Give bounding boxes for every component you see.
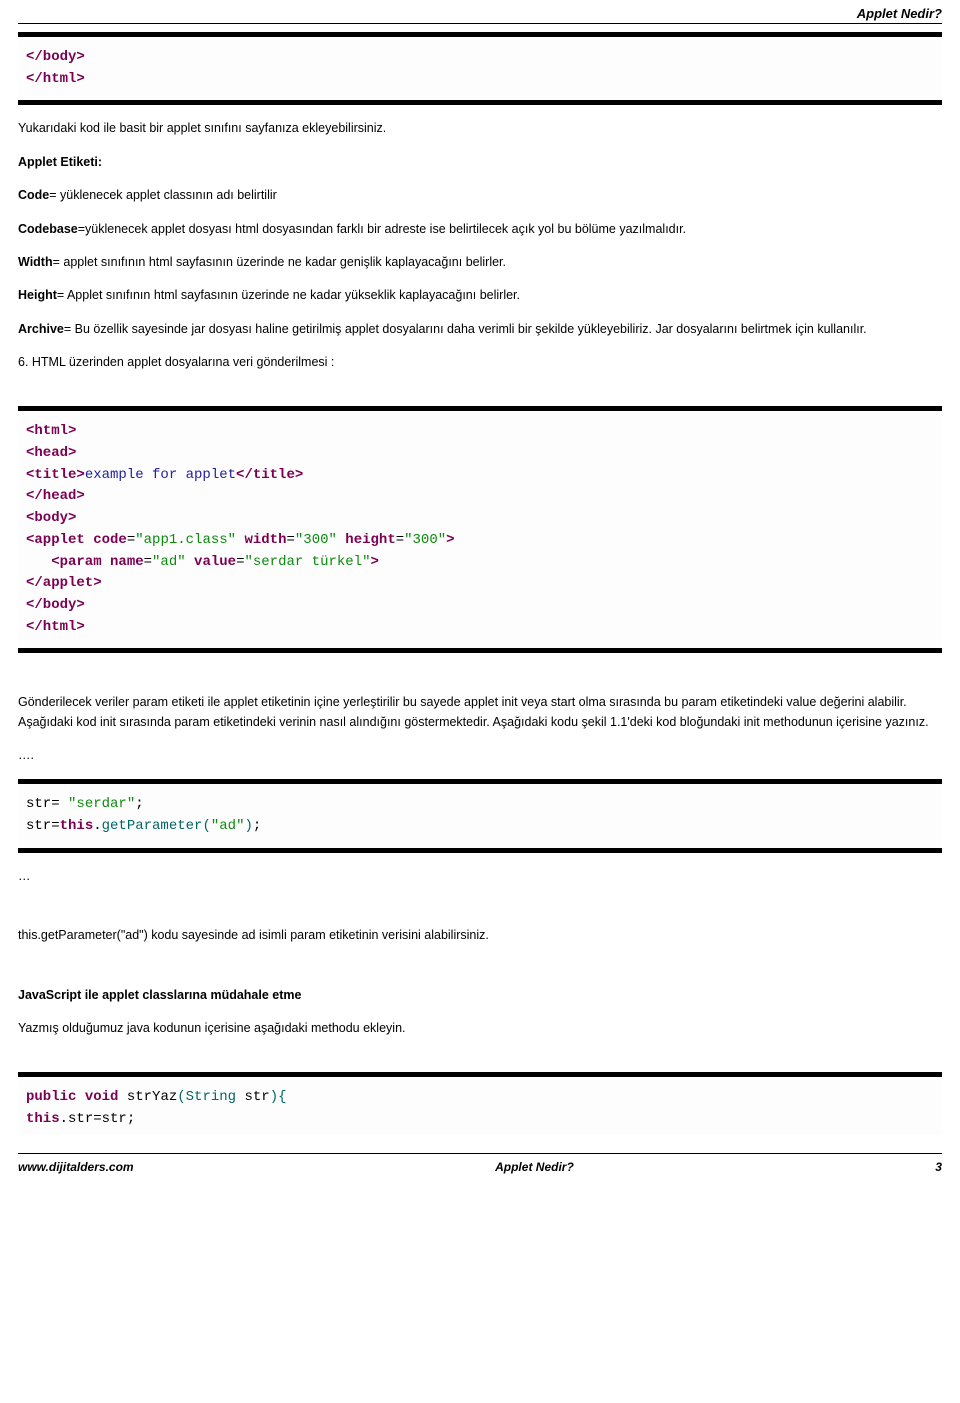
code-token: "300" bbox=[404, 532, 446, 548]
code-token: value bbox=[186, 554, 236, 570]
term: Codebase bbox=[18, 222, 78, 236]
paragraph: Yazmış olduğumuz java kodunun içerisine … bbox=[18, 1019, 942, 1038]
footer-left: www.dijitalders.com bbox=[18, 1160, 134, 1174]
code-token: "serdar türkel" bbox=[244, 554, 370, 570]
code-token: str= bbox=[26, 818, 60, 834]
paragraph: Gönderilecek veriler param etiketi ile a… bbox=[18, 693, 942, 732]
code-token: = bbox=[144, 554, 152, 570]
term: Archive bbox=[18, 322, 64, 336]
term-desc: =yüklenecek applet dosyası html dosyasın… bbox=[78, 222, 686, 236]
paragraph: this.getParameter("ad") kodu sayesinde a… bbox=[18, 926, 942, 945]
section-heading: JavaScript ile applet classlarına müdaha… bbox=[18, 986, 942, 1005]
page-content: </body> </html> Yukarıdaki kod ile basit… bbox=[0, 32, 960, 1153]
code-token: = bbox=[127, 532, 135, 548]
code-token: width bbox=[236, 532, 286, 548]
paragraph: Yukarıdaki kod ile basit bir applet sını… bbox=[18, 119, 942, 138]
ellipsis: … bbox=[18, 867, 942, 886]
code-token: <title> bbox=[26, 467, 85, 483]
code-token: ; bbox=[135, 796, 143, 812]
code-token: <head> bbox=[26, 445, 76, 461]
code-token: = bbox=[286, 532, 294, 548]
code-token: <html> bbox=[26, 423, 76, 439]
code-block-4: public void strYaz(String str){ this.str… bbox=[18, 1072, 942, 1134]
code-token: height bbox=[337, 532, 396, 548]
code-token: str= bbox=[26, 796, 68, 812]
code-line: </html> bbox=[26, 71, 85, 87]
code-token: ( bbox=[177, 1089, 185, 1105]
paragraph: Height= Applet sınıfının html sayfasının… bbox=[18, 286, 942, 305]
term-desc: = yüklenecek applet classının adı belirt… bbox=[49, 188, 277, 202]
code-token: String bbox=[186, 1089, 236, 1105]
code-token: "ad" bbox=[152, 554, 186, 570]
code-token: . bbox=[93, 818, 101, 834]
code-block-1: </body> </html> bbox=[18, 32, 942, 105]
code-token: name bbox=[110, 554, 144, 570]
term: Height bbox=[18, 288, 57, 302]
code-token: strYaz bbox=[118, 1089, 177, 1105]
code-token: <applet bbox=[26, 532, 93, 548]
code-token: str bbox=[236, 1089, 270, 1105]
paragraph: Code= yüklenecek applet classının adı be… bbox=[18, 186, 942, 205]
code-token: ( bbox=[202, 818, 210, 834]
code-token: = bbox=[396, 532, 404, 548]
code-token: "serdar" bbox=[68, 796, 135, 812]
code-token: </title> bbox=[236, 467, 303, 483]
code-token: ) bbox=[270, 1089, 278, 1105]
term: Width bbox=[18, 255, 53, 269]
paragraph: 6. HTML üzerinden applet dosyalarına ver… bbox=[18, 353, 942, 372]
paragraph: Width= applet sınıfının html sayfasının … bbox=[18, 253, 942, 272]
code-line: </body> bbox=[26, 49, 85, 65]
code-token: "ad" bbox=[211, 818, 245, 834]
code-token: </applet> bbox=[26, 575, 102, 591]
code-token: example for applet bbox=[85, 467, 236, 483]
code-token: > bbox=[446, 532, 454, 548]
code-token: </head> bbox=[26, 488, 85, 504]
code-token: .str=str; bbox=[60, 1111, 136, 1127]
code-token: this bbox=[60, 818, 94, 834]
code-token: { bbox=[278, 1089, 286, 1105]
page-header-title: Applet Nedir? bbox=[0, 0, 960, 23]
code-token: public bbox=[26, 1089, 76, 1105]
code-token: <body> bbox=[26, 510, 76, 526]
term-desc: = Bu özellik sayesinde jar dosyası halin… bbox=[64, 322, 867, 336]
paragraph: Archive= Bu özellik sayesinde jar dosyas… bbox=[18, 320, 942, 339]
code-token: code bbox=[93, 532, 127, 548]
code-token: </html> bbox=[26, 619, 85, 635]
term-desc: = Applet sınıfının html sayfasının üzeri… bbox=[57, 288, 520, 302]
page-footer: www.dijitalders.com Applet Nedir? 3 bbox=[18, 1153, 942, 1188]
code-token: getParameter bbox=[102, 818, 203, 834]
code-token: ) bbox=[244, 818, 252, 834]
section-heading: Applet Etiketi: bbox=[18, 153, 942, 172]
footer-right: 3 bbox=[935, 1160, 942, 1174]
code-token: "300" bbox=[295, 532, 337, 548]
header-divider bbox=[18, 23, 942, 24]
paragraph: Codebase=yüklenecek applet dosyası html … bbox=[18, 220, 942, 239]
code-token bbox=[76, 1089, 84, 1105]
term-desc: = applet sınıfının html sayfasının üzeri… bbox=[53, 255, 506, 269]
code-token: ; bbox=[253, 818, 261, 834]
code-token: </body> bbox=[26, 597, 85, 613]
code-token: > bbox=[371, 554, 379, 570]
code-block-3: str= "serdar"; str=this.getParameter("ad… bbox=[18, 779, 942, 852]
ellipsis: …. bbox=[18, 746, 942, 765]
code-token: this bbox=[26, 1111, 60, 1127]
code-token: void bbox=[85, 1089, 119, 1105]
code-token: <param bbox=[26, 554, 110, 570]
code-block-2: <html> <head> <title>example for applet<… bbox=[18, 406, 942, 653]
code-token: "app1.class" bbox=[135, 532, 236, 548]
footer-center: Applet Nedir? bbox=[495, 1160, 574, 1174]
term: Code bbox=[18, 188, 49, 202]
